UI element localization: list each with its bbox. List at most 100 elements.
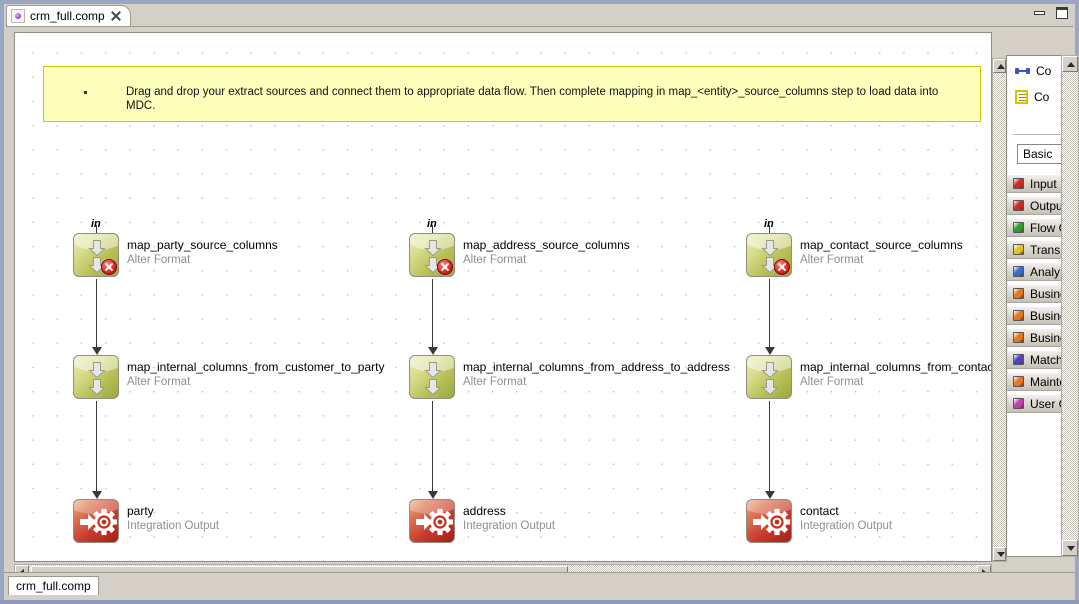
minimize-button[interactable] <box>1033 7 1047 20</box>
gear-icon <box>78 508 118 536</box>
connector-arrowhead <box>428 347 438 355</box>
node-title: map_internal_columns_from_contact_to_ <box>800 360 992 374</box>
alter-format-icon <box>409 355 455 399</box>
scroll-down-arrow <box>1067 546 1075 551</box>
note-bullet <box>84 91 87 94</box>
error-badge-icon <box>774 259 790 275</box>
scroll-down-button[interactable] <box>993 547 1006 561</box>
gear-icon <box>751 508 791 536</box>
flow-connector[interactable] <box>769 401 770 491</box>
node-subtitle: Alter Format <box>127 376 190 388</box>
palette-vertical-scrollbar[interactable] <box>1061 55 1079 557</box>
palette-category-swatch-icon <box>1013 354 1024 365</box>
alter-format-icon <box>409 233 455 277</box>
window-border-bottom <box>0 600 1079 604</box>
component-icon <box>11 9 25 23</box>
node-title: map_address_source_columns <box>463 238 630 252</box>
alter-format-icon <box>746 355 792 399</box>
close-icon[interactable] <box>110 10 122 22</box>
palette-tool-label: Co <box>1034 90 1049 104</box>
note-text: Drag and drop your extract sources and c… <box>126 85 970 113</box>
palette-scroll-down-button[interactable] <box>1062 540 1078 556</box>
palette-drawer-label: Match <box>1030 353 1063 367</box>
palette-drawer-label: Analy <box>1030 265 1060 279</box>
canvas-vertical-scrollbar[interactable] <box>992 58 1007 562</box>
palette-category-swatch-icon <box>1013 310 1024 321</box>
node-subtitle: Alter Format <box>800 254 863 266</box>
node-title: map_party_source_columns <box>127 238 278 252</box>
connector-arrowhead <box>428 491 438 499</box>
node-subtitle: Integration Output <box>127 520 219 532</box>
error-badge-icon <box>437 259 453 275</box>
node-title: map_contact_source_columns <box>800 238 963 252</box>
editor-area: Drag and drop your extract sources and c… <box>6 26 1073 572</box>
node-port-label: in <box>427 218 437 230</box>
instruction-note: Drag and drop your extract sources and c… <box>43 66 981 122</box>
comment-note-icon <box>1015 90 1028 104</box>
node-subtitle: Alter Format <box>127 254 190 266</box>
flow-connector[interactable] <box>96 401 97 491</box>
application-window: crm_full.comp Drag and drop your extract… <box>0 0 1079 604</box>
scroll-up-arrow <box>1067 62 1075 67</box>
integration-output-icon <box>746 499 792 543</box>
palette-layout-value: Basic <box>1023 147 1052 161</box>
palette-category-swatch-icon <box>1013 376 1024 387</box>
bottom-tab-crm-full-comp[interactable]: crm_full.comp <box>8 576 99 595</box>
scroll-up-arrow <box>997 64 1005 69</box>
node-title: party <box>127 504 154 518</box>
window-border-left <box>0 0 4 604</box>
scroll-up-button[interactable] <box>993 59 1006 73</box>
palette-tool-label: Co <box>1036 64 1051 78</box>
flow-connector[interactable] <box>432 401 433 491</box>
connector-arrowhead <box>92 347 102 355</box>
palette-category-swatch-icon <box>1013 288 1024 299</box>
alter-format-icon <box>73 355 119 399</box>
node-subtitle: Alter Format <box>463 254 526 266</box>
double-down-arrow-icon <box>86 361 108 395</box>
maximize-button[interactable] <box>1055 7 1069 20</box>
node-port-label: in <box>764 218 774 230</box>
diagram-canvas[interactable]: Drag and drop your extract sources and c… <box>15 33 991 561</box>
flow-connector[interactable] <box>96 279 97 347</box>
node-title: contact <box>800 504 839 518</box>
diagram-canvas-viewport[interactable]: Drag and drop your extract sources and c… <box>14 32 992 562</box>
bottom-tab-bar: crm_full.comp <box>4 572 1075 600</box>
node-subtitle: Integration Output <box>800 520 892 532</box>
node-title: address <box>463 504 506 518</box>
flow-connector[interactable] <box>432 279 433 347</box>
connector-arrowhead <box>765 491 775 499</box>
palette-tool-comment[interactable]: Co <box>1015 88 1049 106</box>
double-down-arrow-icon <box>422 361 444 395</box>
integration-output-icon <box>73 499 119 543</box>
palette-category-swatch-icon <box>1013 266 1024 277</box>
alter-format-icon <box>746 233 792 277</box>
editor-tab-crm-full-comp[interactable]: crm_full.comp <box>6 5 131 26</box>
connector-arrowhead <box>765 347 775 355</box>
node-subtitle: Alter Format <box>463 376 526 388</box>
palette-category-swatch-icon <box>1013 398 1024 409</box>
node-title: map_internal_columns_from_customer_to_pa… <box>127 360 384 374</box>
bottom-tab-label: crm_full.comp <box>16 579 91 593</box>
titlebar: crm_full.comp <box>4 4 1075 26</box>
error-badge-icon <box>101 259 117 275</box>
palette-category-swatch-icon <box>1013 222 1024 233</box>
double-down-arrow-icon <box>759 361 781 395</box>
palette-drawer-label: Transl <box>1030 243 1063 257</box>
node-subtitle: Integration Output <box>463 520 555 532</box>
palette-drawer-label: Input <box>1030 177 1057 191</box>
connector-arrowhead <box>92 491 102 499</box>
palette-tool-connection[interactable]: Co <box>1015 62 1051 80</box>
palette-category-swatch-icon <box>1013 200 1024 211</box>
palette-scroll-up-button[interactable] <box>1062 56 1078 72</box>
palette-category-swatch-icon <box>1013 244 1024 255</box>
scroll-down-arrow <box>997 552 1005 557</box>
palette-category-swatch-icon <box>1013 332 1024 343</box>
node-port-label: in <box>91 218 101 230</box>
connection-icon <box>1015 66 1030 77</box>
alter-format-icon <box>73 233 119 277</box>
window-controls <box>1033 7 1069 20</box>
flow-connector[interactable] <box>769 279 770 347</box>
node-title: map_internal_columns_from_address_to_add… <box>463 360 730 374</box>
palette-category-swatch-icon <box>1013 178 1024 189</box>
editor-tab-label: crm_full.comp <box>30 9 105 23</box>
